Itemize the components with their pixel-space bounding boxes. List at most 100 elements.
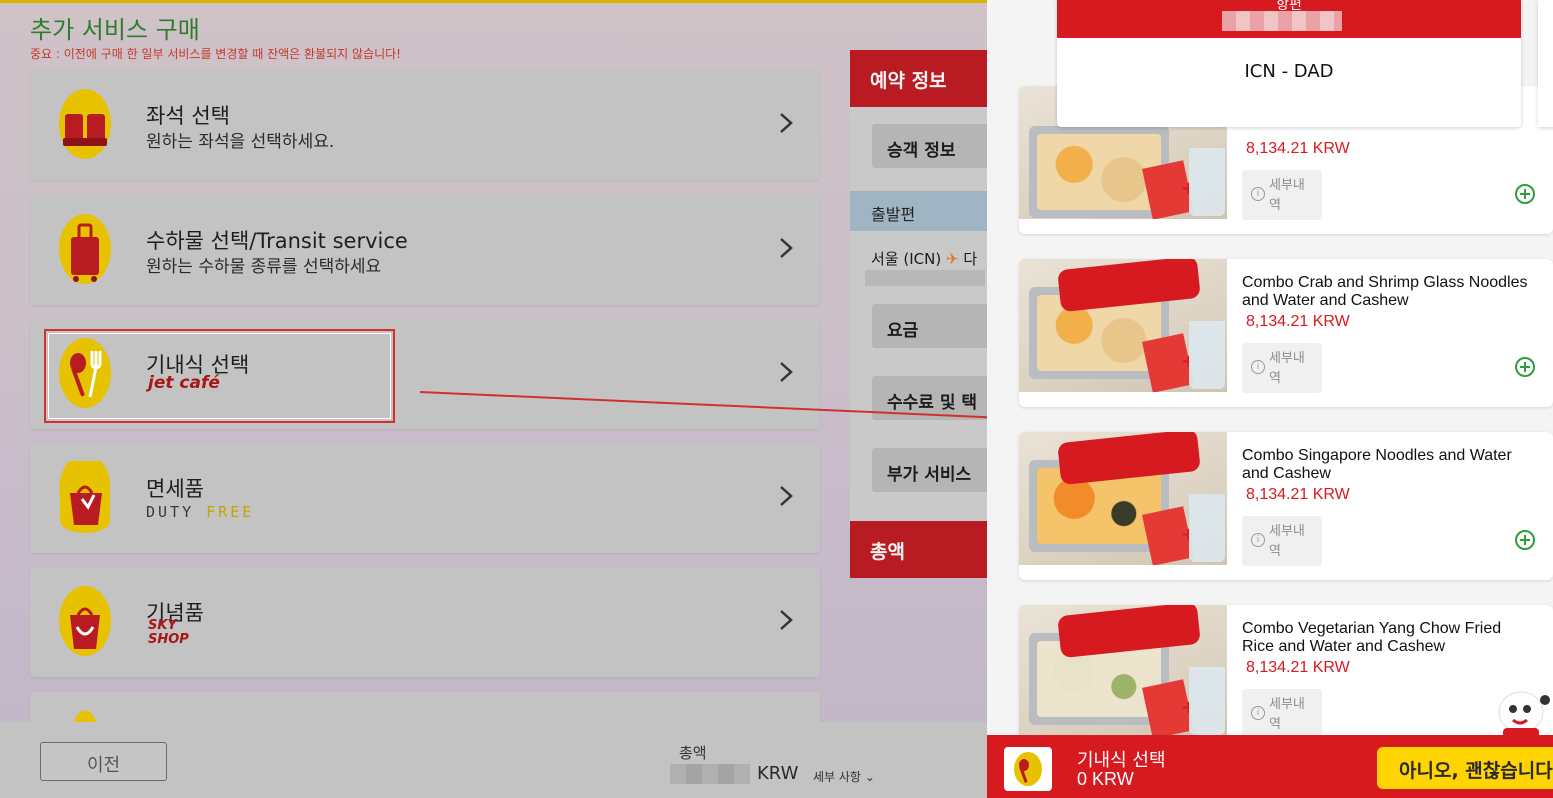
refund-notice: 중요 : 이전에 구매 한 일부 서비스를 변경할 때 잔액은 환불되지 않습니… [30,47,401,61]
flight-selector-card[interactable]: 항편 ICN - DAD [1057,0,1521,127]
fees-label: 수수료 및 택 [887,393,978,413]
passenger-info-label: 승객 정보 [887,141,956,161]
meal-detail-label: 세부내역 [1269,697,1305,732]
meal-image-water [1189,494,1225,562]
plane-icon: ✈ [945,250,959,268]
decline-meal-label: 아니오, 괜찮습니다 [1399,760,1553,782]
route-destination: 다 [963,250,978,268]
total-label: 총액 [679,744,707,762]
redacted-flight-info [865,270,985,286]
meal-price: 8,134.21 KRW [1246,486,1350,503]
fees-button[interactable]: 수수료 및 택 [872,376,987,420]
sky-shop-logo: SKY SHOP [148,618,189,647]
meal-detail-button[interactable]: i 세부내역 [1242,689,1322,739]
flight-card-header: 항편 [1057,0,1521,38]
meal-icon [1014,752,1042,786]
meal-price: 8,134.21 KRW [1246,140,1350,157]
meal-image-lid [1057,259,1201,313]
service-card-baggage[interactable]: 수하물 선택/Transit service 원하는 수하물 종류를 선택하세요 [30,195,820,305]
page-title: 추가 서비스 구매 [30,16,200,44]
duty-free-bag-icon [59,461,110,533]
luggage-icon [59,214,111,284]
meal-footer-icon [1004,747,1052,791]
chevron-right-icon [780,486,793,506]
decline-meal-button[interactable]: 아니오, 괜찮습니다 [1377,747,1553,789]
mascot-chat-icon[interactable] [1485,682,1551,740]
service-card-duty-free[interactable]: 면세품 DUTY FREE [30,443,820,553]
addons-label: 부가 서비스 [887,465,972,485]
meal-name: Combo Crab and Shrimp Glass Noodles and … [1242,274,1528,309]
meal-name: Combo Singapore Noodles and Water and Ca… [1242,447,1512,482]
departure-label: 출발편 [871,205,916,224]
meal-image: + [1019,605,1227,738]
booking-total-header: 총액 [850,521,987,578]
add-meal-button[interactable] [1515,357,1535,377]
redacted-flight-number [1222,11,1342,31]
chevron-right-icon [780,113,793,133]
meal-image-water [1189,667,1225,735]
booking-info-panel: 예약 정보 승객 정보 출발편 서울 (ICN) ✈ 다 요금 수수료 및 택 … [850,50,987,578]
meal-name: Combo Vegetarian Yang Chow Fried Rice an… [1242,620,1502,655]
total-currency: KRW [757,763,799,784]
meal-card: + Combo Singapore Noodles and Water and … [1019,432,1553,580]
total-details-label: 세부 사항 [813,770,861,784]
meal-detail-label: 세부내역 [1269,351,1305,386]
meal-price: 8,134.21 KRW [1246,313,1350,330]
route-origin: 서울 (ICN) [871,250,942,268]
meal-image: + [1019,259,1227,392]
add-meal-button[interactable] [1515,530,1535,550]
departure-section: 출발편 [850,191,987,231]
meal-image-lid [1057,605,1201,659]
highlight-box [44,329,395,423]
duty-free-logo-part: FREE [206,503,255,521]
meal-image: + [1019,432,1227,565]
previous-button[interactable]: 이전 [40,742,167,781]
service-title: 수하물 선택/Transit service [146,229,408,253]
addons-button[interactable]: 부가 서비스 [872,448,987,492]
chevron-down-icon: ⌄ [864,770,875,784]
bottom-bar: 이전 총액 KRW 세부 사항 ⌄ [0,722,987,798]
meal-detail-label: 세부내역 [1269,524,1305,559]
flight-route: ICN - DAD [1244,61,1334,82]
info-icon: i [1251,533,1265,547]
fare-label: 요금 [887,321,919,341]
meal-detail-button[interactable]: i 세부내역 [1242,516,1322,566]
top-accent-line [0,0,987,3]
total-details-toggle[interactable]: 세부 사항 ⌄ [813,768,875,785]
info-icon: i [1251,187,1265,201]
passenger-info-button[interactable]: 승객 정보 [872,124,987,168]
service-card-seat[interactable]: 좌석 선택 원하는 좌석을 선택하세요. [30,70,820,180]
booking-total-label: 총액 [870,541,905,563]
departure-route: 서울 (ICN) ✈ 다 [871,248,977,269]
service-title: 좌석 선택 [146,104,230,128]
meal-image-water [1189,321,1225,389]
next-flight-card[interactable] [1538,0,1553,127]
fare-button[interactable]: 요금 [872,304,987,348]
seat-icon [59,89,111,159]
chevron-right-icon [780,238,793,258]
meal-detail-button[interactable]: i 세부내역 [1242,170,1322,220]
meal-selection-panel: + 8,134.21 KRW i 세부내역 + Combo Crab and Sh… [987,0,1553,798]
service-card-souvenir[interactable]: 기념품 SKY SHOP [30,567,820,677]
souvenir-bag-icon [59,586,111,656]
meal-selection-footer: 기내식 선택 0 KRW 아니오, 괜찮습니다 [987,735,1553,798]
redacted-total-amount [670,764,750,784]
chevron-right-icon [780,362,793,382]
meal-card: + Combo Vegetarian Yang Chow Fried Rice … [1019,605,1553,753]
booking-info-title: 예약 정보 [870,70,947,92]
add-meal-button[interactable] [1515,184,1535,204]
meal-detail-button[interactable]: i 세부내역 [1242,343,1322,393]
chevron-right-icon [780,610,793,630]
booking-info-header: 예약 정보 [850,50,987,107]
meal-price: 8,134.21 KRW [1246,659,1350,676]
meal-image-water [1189,148,1225,216]
meal-card: + Combo Crab and Shrimp Glass Noodles an… [1019,259,1553,407]
previous-button-label: 이전 [86,755,121,776]
info-icon: i [1251,706,1265,720]
service-desc: 원하는 수하물 종류를 선택하세요 [146,257,382,277]
duty-free-logo-part: DUTY [146,503,195,521]
meal-image-lid [1057,432,1201,486]
service-desc: 원하는 좌석을 선택하세요. [146,132,335,152]
service-title: 면세품 [146,477,204,501]
meal-detail-label: 세부내역 [1269,178,1305,213]
